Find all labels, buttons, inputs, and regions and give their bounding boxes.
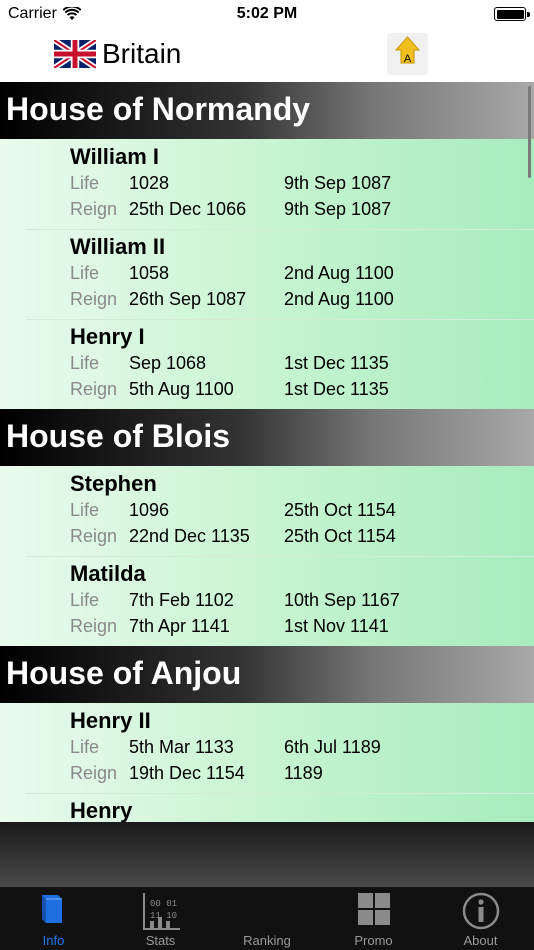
life-start: 1028 (129, 173, 170, 193)
reign-label: Reign (70, 763, 118, 783)
union-jack-flag-icon (54, 40, 96, 68)
life-end: 10th Sep 1167 (284, 590, 400, 610)
life-label: Life (70, 353, 100, 373)
house-header: House of Blois (0, 409, 534, 466)
nav-title: Britain (102, 38, 182, 69)
monarch-row[interactable]: Stephen Life 1096 25th Oct 1154 Reign 22… (0, 466, 534, 556)
monarch-name: Henry (70, 798, 133, 822)
reign-end: 1189 (284, 763, 323, 783)
life-start: 1058 (129, 263, 170, 283)
reign-start: 22nd Dec 1135 (129, 526, 250, 546)
svg-text:11 10: 11 10 (150, 911, 177, 921)
monarch-name: Henry I (70, 324, 145, 349)
life-label: Life (70, 173, 100, 193)
reign-end: 1st Nov 1141 (284, 616, 389, 636)
life-label: Life (70, 500, 100, 520)
life-end: 6th Jul 1189 (284, 737, 381, 757)
monarch-row[interactable]: Henry I Life Sep 1068 1st Dec 1135 Reign… (0, 319, 534, 409)
svg-text:00 01: 00 01 (150, 899, 177, 909)
house-title: House of Normandy (6, 91, 311, 127)
house-header: House of Normandy (0, 82, 534, 139)
sort-button[interactable]: A (387, 33, 428, 75)
monarch-list[interactable]: House of Normandy William I Life 1028 9t… (0, 82, 534, 822)
tab-ranking[interactable]: Ranking (214, 887, 320, 950)
tab-bar: Info 00 01 11 10 Stats Ranking Promo Abo… (0, 887, 534, 950)
tab-stats[interactable]: 00 01 11 10 Stats (107, 887, 214, 950)
reign-label: Reign (70, 289, 118, 309)
reign-label: Reign (70, 199, 118, 219)
row-divider (26, 793, 534, 794)
monarch-row[interactable]: Matilda Life 7th Feb 1102 10th Sep 1167 … (0, 556, 534, 646)
life-start: 5th Mar 1133 (129, 737, 234, 757)
reign-label: Reign (70, 379, 118, 399)
reign-end: 9th Sep 1087 (284, 199, 392, 219)
tab-label: Stats (145, 933, 176, 948)
house-header: House of Anjou (0, 646, 534, 703)
monarch-name: William II (70, 234, 166, 259)
info-circle-icon (462, 892, 500, 930)
house-title: House of Anjou (6, 655, 242, 691)
bottom-banner-area (0, 822, 534, 887)
row-divider (26, 229, 534, 230)
reign-label: Reign (70, 526, 118, 546)
row-divider (26, 319, 534, 320)
monarch-name: Henry II (70, 708, 151, 733)
battery-icon (494, 7, 530, 21)
reign-label: Reign (70, 616, 118, 636)
house-title: House of Blois (6, 418, 231, 454)
tab-about[interactable]: About (427, 887, 534, 950)
reign-start: 5th Aug 1100 (129, 379, 234, 399)
life-label: Life (70, 590, 100, 610)
life-end: 1st Dec 1135 (284, 353, 389, 373)
stats-chart-icon: 00 01 11 10 (143, 893, 180, 930)
reign-end: 2nd Aug 1100 (284, 289, 394, 309)
life-end: 2nd Aug 1100 (284, 263, 394, 283)
reign-start: 25th Dec 1066 (129, 199, 247, 219)
monarch-row[interactable]: William II Life 1058 2nd Aug 1100 Reign … (0, 229, 534, 319)
life-end: 25th Oct 1154 (284, 500, 396, 520)
status-bar: Carrier 5:02 PM (0, 0, 534, 28)
monarch-name: William I (70, 144, 160, 169)
tab-promo[interactable]: Promo (320, 887, 427, 950)
reign-start: 26th Sep 1087 (129, 289, 247, 309)
life-label: Life (70, 737, 100, 757)
nav-bar: Britain A (0, 28, 534, 82)
book-icon (42, 895, 62, 923)
life-start: 1096 (129, 500, 170, 520)
monarch-row[interactable]: William I Life 1028 9th Sep 1087 Reign 2… (0, 139, 534, 229)
row-divider (26, 556, 534, 557)
tab-label: Promo (354, 933, 393, 948)
life-end: 9th Sep 1087 (284, 173, 392, 193)
life-label: Life (70, 263, 100, 283)
reign-start: 19th Dec 1154 (129, 763, 245, 783)
svg-text:A: A (404, 53, 412, 65)
life-start: Sep 1068 (129, 353, 207, 373)
reign-end: 25th Oct 1154 (284, 526, 396, 546)
grid-icon (358, 893, 390, 925)
monarch-name: Matilda (70, 561, 146, 586)
arrow-up-a-icon: A (394, 36, 421, 65)
monarch-row[interactable]: Henry II Life 5th Mar 1133 6th Jul 1189 … (0, 703, 534, 793)
life-start: 7th Feb 1102 (129, 590, 234, 610)
tab-label: About (463, 933, 498, 948)
monarch-row[interactable]: Henry (0, 793, 534, 822)
scroll-indicator[interactable] (528, 86, 531, 178)
monarch-name: Stephen (70, 471, 157, 496)
tab-info[interactable]: Info (0, 887, 107, 950)
tab-label: Ranking (243, 933, 291, 948)
tab-label: Info (42, 933, 65, 948)
reign-start: 7th Apr 1141 (129, 616, 230, 636)
reign-end: 1st Dec 1135 (284, 379, 389, 399)
status-time: 5:02 PM (236, 5, 298, 22)
